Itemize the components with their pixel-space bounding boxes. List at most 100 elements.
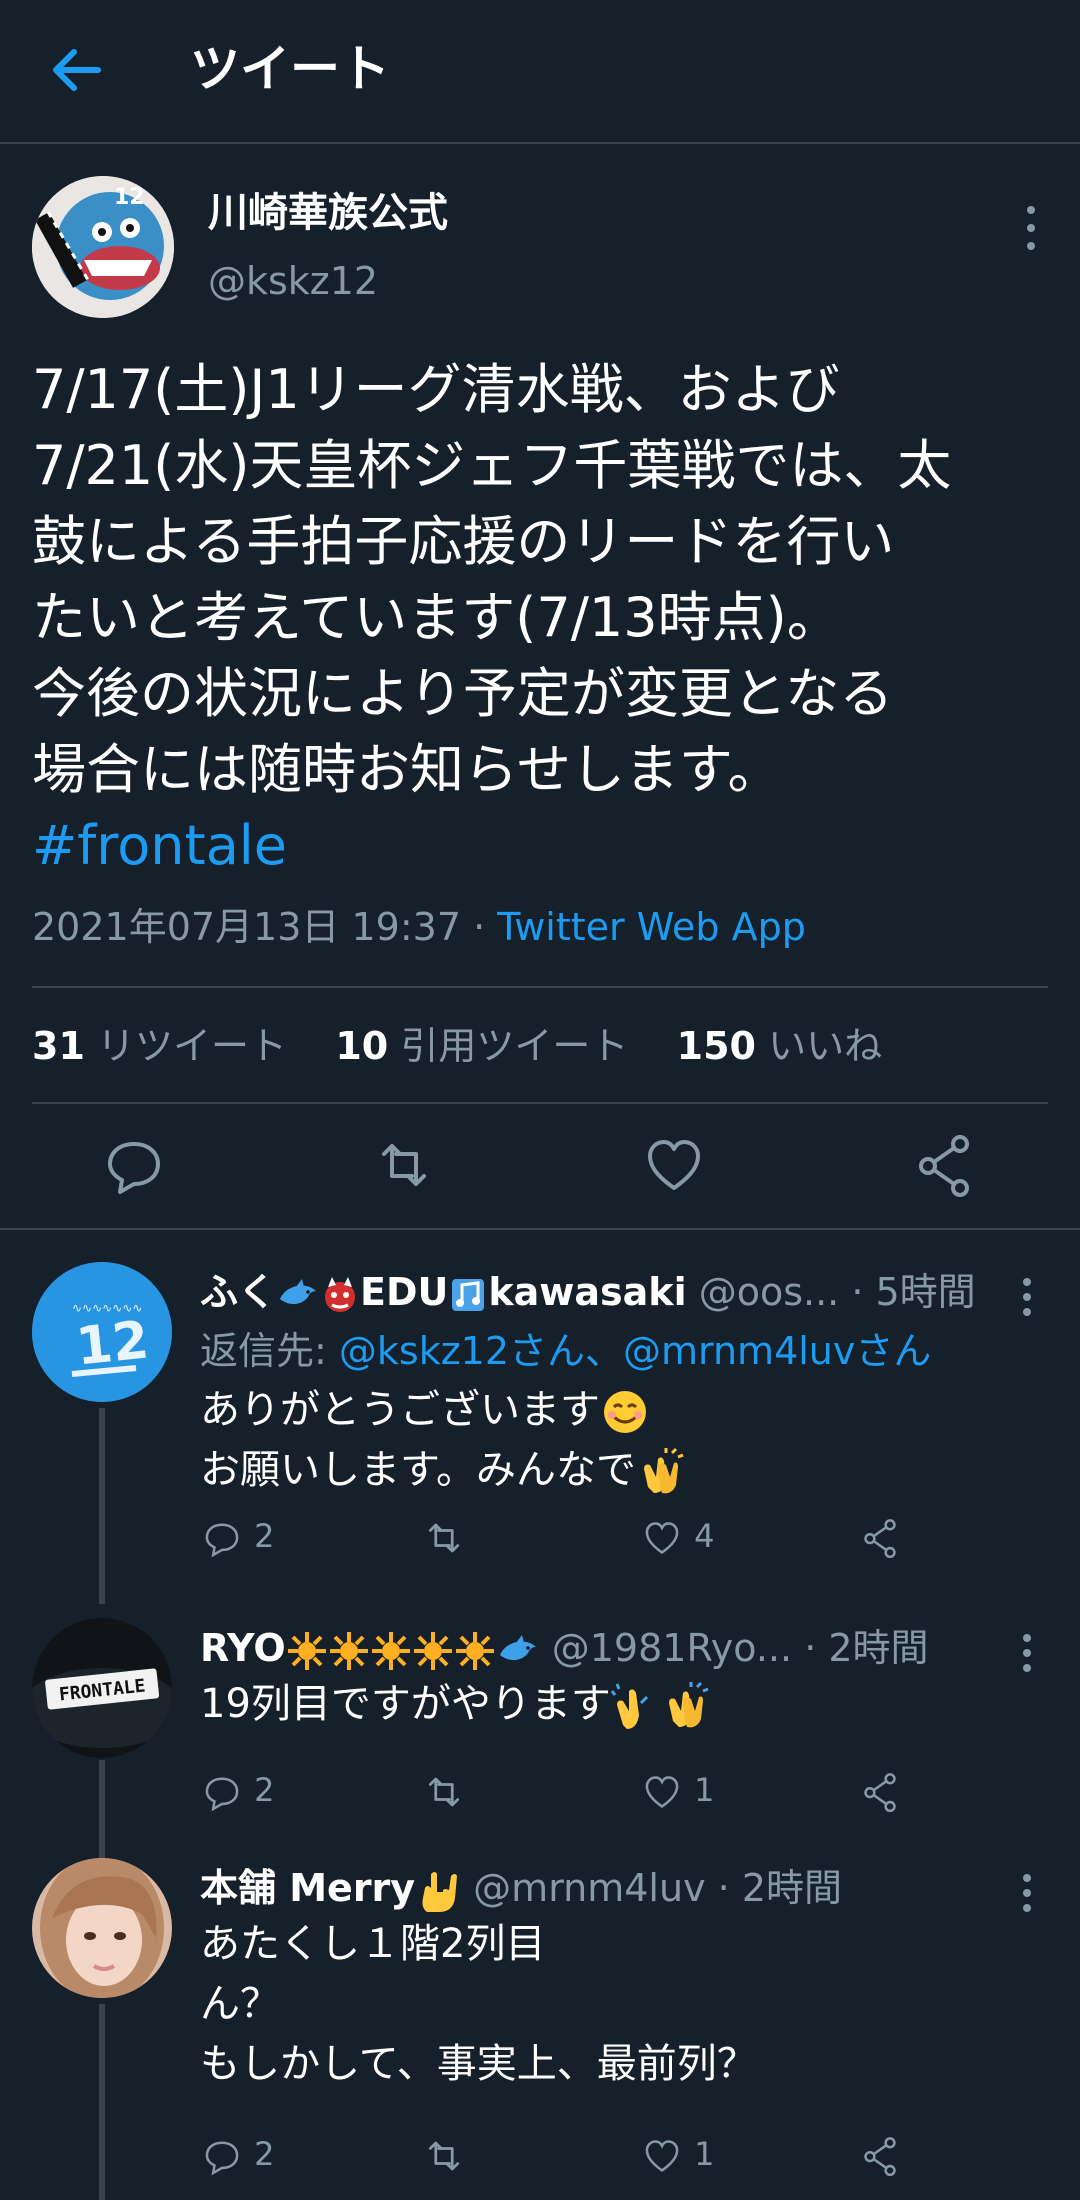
like-button[interactable]: 1 bbox=[640, 2124, 715, 2184]
tweet-text-line: 鼓による手拍子応援のリードを行い bbox=[32, 510, 895, 573]
tweet-text: 7/17(土)J1リーグ清水戦、および 7/21(水)天皇杯ジェフ千葉戦では、太… bbox=[32, 352, 1052, 884]
share-icon bbox=[864, 1773, 896, 1813]
share-icon[interactable] bbox=[914, 1130, 974, 1200]
author-handle[interactable]: @kskz12 bbox=[208, 256, 378, 306]
retweet-icon[interactable] bbox=[374, 1130, 434, 1200]
reply-button[interactable]: 2 bbox=[200, 1506, 275, 1566]
quotes-stat[interactable]: 10 引用ツイート bbox=[335, 1024, 628, 1068]
reply-actions: 2 1 bbox=[200, 1760, 960, 1820]
share-icon bbox=[864, 2137, 896, 2177]
avatar-portrait-icon bbox=[32, 1858, 172, 1998]
reply-icon[interactable] bbox=[104, 1130, 164, 1200]
retweet-icon bbox=[428, 2141, 460, 2171]
author-name[interactable]: 川崎華族公式 bbox=[208, 188, 448, 238]
reply-author-name[interactable]: 本舗 Merry bbox=[200, 1866, 461, 1912]
name-part: 本舗 Merry bbox=[200, 1866, 416, 1910]
reply-author-name[interactable]: ふく EDU kawasaki bbox=[200, 1270, 687, 1314]
reply-text: 19列目ですがやります bbox=[200, 1674, 711, 1734]
clapping-hands-icon bbox=[644, 1447, 684, 1494]
tweet-text-line: 場合には随時お知らせします。 bbox=[32, 738, 782, 801]
back-arrow-icon[interactable] bbox=[48, 38, 104, 102]
reply-button[interactable]: 2 bbox=[200, 1760, 275, 1820]
reply-text-fragment: 19列目ですがやります bbox=[200, 1681, 611, 1727]
smiling-face-icon bbox=[604, 1391, 646, 1433]
rock-on-hand-icon bbox=[422, 1871, 458, 1912]
reply-item[interactable]: 12 ∿∿∿∿∿∿∿ ふく EDU kawasaki @oos... · 5時間 返… bbox=[0, 1262, 1080, 1582]
retweet-button[interactable] bbox=[420, 1506, 468, 1566]
likes-label: いいね bbox=[768, 1024, 883, 1068]
music-notes-icon bbox=[452, 1278, 485, 1311]
tweet-text-line: 今後の状況により予定が変更となる bbox=[32, 662, 894, 725]
likes-stat[interactable]: 150 いいね bbox=[677, 1024, 882, 1068]
avatar-photo-icon: FRONTALE bbox=[32, 1618, 172, 1758]
avatar[interactable] bbox=[32, 1858, 172, 1998]
reply-button[interactable]: 2 bbox=[200, 2124, 275, 2184]
sun-icon bbox=[455, 1631, 494, 1670]
reply-item[interactable]: FRONTALE RYO @1981Ryo... · 2時間 19列目ですがやり… bbox=[0, 1618, 1080, 1818]
reply-to-label: 返信先: bbox=[200, 1329, 339, 1373]
name-part: RYO bbox=[200, 1626, 286, 1670]
reply-header: 本舗 Merry @mrnm4luv · 2時間 bbox=[200, 1858, 980, 1918]
reply-text-fragment: ありがとうございます bbox=[200, 1387, 600, 1433]
like-icon[interactable] bbox=[644, 1130, 704, 1200]
reply-icon bbox=[205, 1523, 239, 1558]
svg-text:∿∿∿∿∿∿∿: ∿∿∿∿∿∿∿ bbox=[72, 1301, 142, 1315]
reply-time: · 2時間 bbox=[804, 1626, 929, 1670]
reply-author-name[interactable]: RYO bbox=[200, 1626, 540, 1670]
waving-hands-icon bbox=[610, 1683, 648, 1729]
retweets-label: リツイート bbox=[96, 1024, 287, 1068]
share-icon bbox=[864, 1519, 896, 1559]
dolphin-icon bbox=[499, 1634, 536, 1660]
name-part: EDU bbox=[360, 1270, 449, 1314]
svg-text:12: 12 bbox=[114, 185, 145, 210]
retweet-button[interactable] bbox=[420, 2124, 468, 2184]
tweet-meta: 2021年07月13日 19:37 · Twitter Web App bbox=[32, 900, 806, 954]
sun-icon bbox=[329, 1631, 368, 1670]
avatar[interactable]: 12 bbox=[32, 176, 174, 318]
reply-item[interactable]: 本舗 Merry @mrnm4luv · 2時間 あたくし１階2列目 ん？ もし… bbox=[0, 1858, 1080, 2200]
ogre-icon bbox=[325, 1276, 356, 1312]
divider bbox=[32, 1102, 1048, 1104]
like-button[interactable]: 4 bbox=[640, 1506, 715, 1566]
clapping-hands-icon bbox=[668, 1681, 709, 1728]
reply-text: ありがとうございます お願いします。みんなで bbox=[200, 1380, 686, 1500]
tweet-stats: 31 リツイート 10 引用ツイート 150 いいね bbox=[32, 1016, 882, 1076]
share-button[interactable] bbox=[858, 2124, 902, 2184]
like-button[interactable]: 1 bbox=[640, 1760, 715, 1820]
tweet-timestamp: 2021年07月13日 19:37 bbox=[32, 905, 462, 949]
tweet-author: 12 川崎華族公式 @kskz12 bbox=[32, 176, 1052, 326]
reply-handle[interactable]: @mrnm4luv bbox=[473, 1866, 705, 1910]
avatar[interactable]: FRONTALE bbox=[32, 1618, 172, 1758]
more-options-icon[interactable] bbox=[1012, 1272, 1042, 1322]
tweet-text-line: 7/17(土)J1リーグ清水戦、および bbox=[32, 358, 840, 421]
reply-to-mentions[interactable]: @kskz12さん、@mrnm4luvさん bbox=[339, 1329, 932, 1373]
sun-icon bbox=[287, 1631, 326, 1670]
share-button[interactable] bbox=[858, 1506, 902, 1566]
like-icon bbox=[645, 1522, 679, 1554]
like-icon bbox=[645, 1776, 679, 1808]
like-count: 4 bbox=[694, 1517, 715, 1555]
source-app-link[interactable]: Twitter Web App bbox=[497, 905, 806, 949]
reply-count: 2 bbox=[254, 1517, 275, 1555]
retweets-stat[interactable]: 31 リツイート bbox=[32, 1024, 287, 1068]
more-options-icon[interactable] bbox=[1012, 1868, 1042, 1918]
like-count: 1 bbox=[694, 1771, 715, 1809]
avatar[interactable]: 12 ∿∿∿∿∿∿∿ bbox=[32, 1262, 172, 1402]
share-button[interactable] bbox=[858, 1760, 902, 1820]
avatar-jersey-icon: 12 ∿∿∿∿∿∿∿ bbox=[32, 1262, 172, 1402]
reply-header: RYO @1981Ryo... · 2時間 bbox=[200, 1618, 980, 1678]
dolphin-icon bbox=[280, 1278, 317, 1304]
retweet-button[interactable] bbox=[420, 1760, 468, 1820]
more-options-icon[interactable] bbox=[1012, 1628, 1042, 1678]
divider bbox=[32, 986, 1048, 988]
reply-to: 返信先: @kskz12さん、@mrnm4luvさん bbox=[200, 1322, 931, 1380]
reply-text-line: お願いします。みんなで bbox=[200, 1440, 686, 1500]
meta-separator: · bbox=[461, 905, 498, 949]
reply-actions: 2 1 bbox=[200, 2124, 960, 2184]
reply-actions: 2 4 bbox=[200, 1506, 960, 1566]
reply-handle[interactable]: @1981Ryo... bbox=[552, 1626, 792, 1670]
top-bar: ツイート bbox=[0, 0, 1080, 144]
more-options-icon[interactable] bbox=[1016, 198, 1046, 258]
reply-handle[interactable]: @oos... bbox=[699, 1270, 840, 1314]
hashtag-link[interactable]: #frontale bbox=[32, 808, 1052, 884]
